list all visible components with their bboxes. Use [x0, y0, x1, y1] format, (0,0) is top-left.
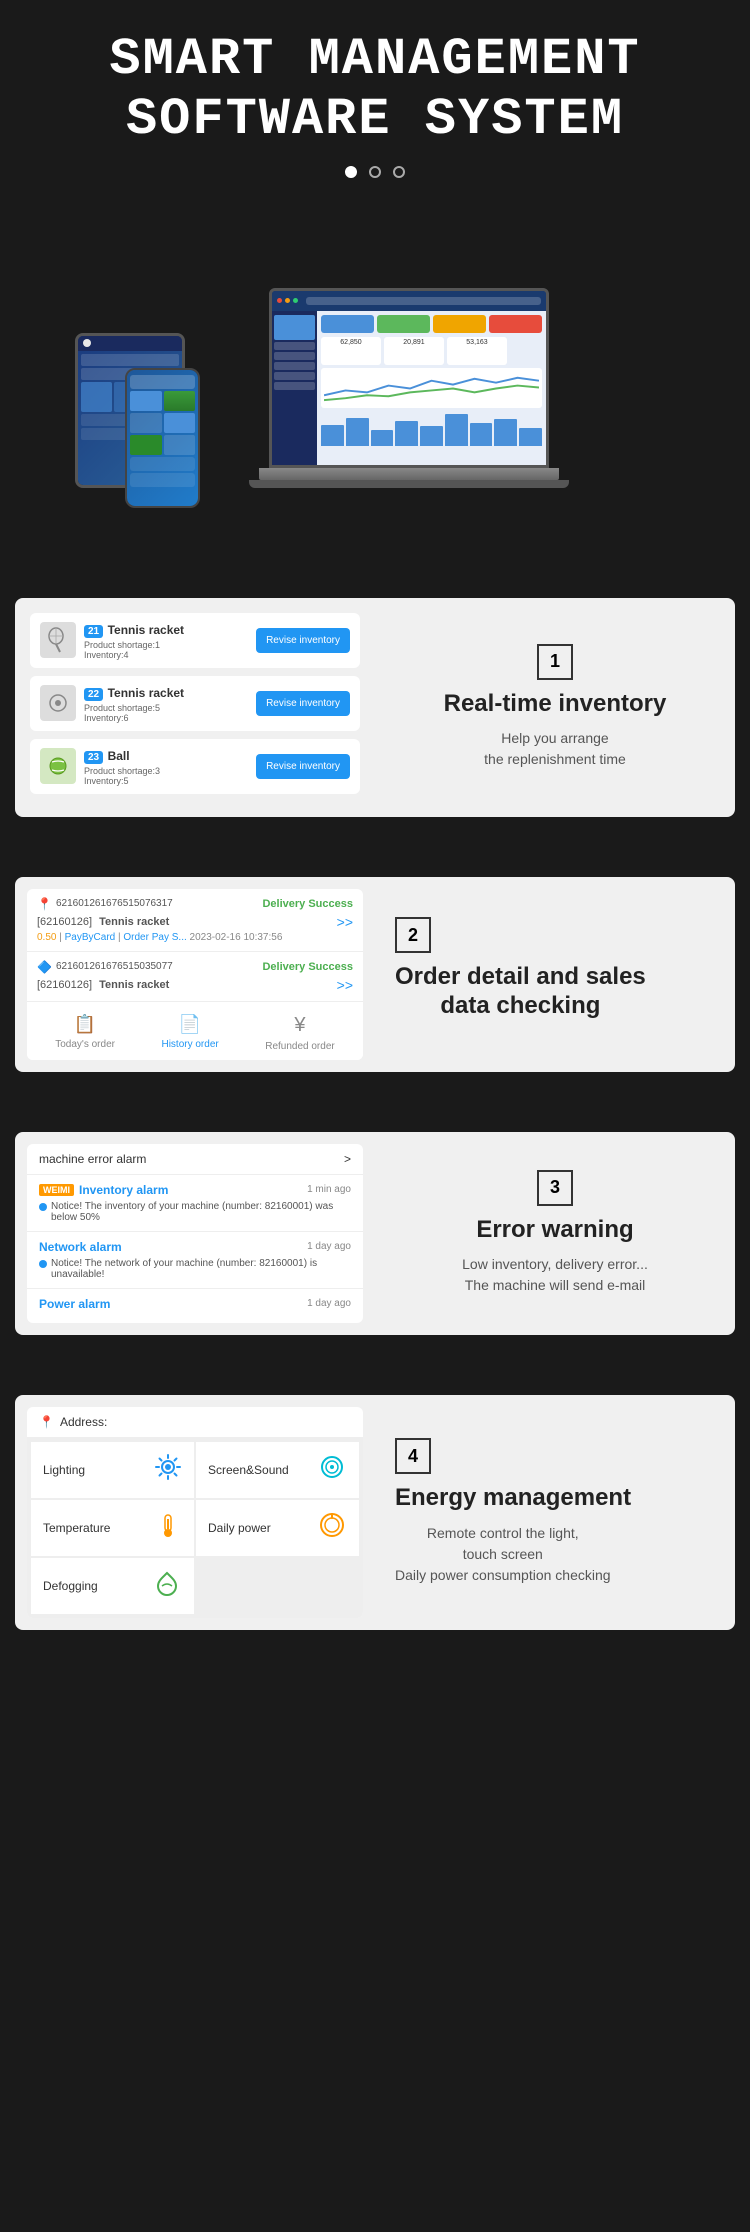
section-desc-1: Help you arrange the replenishment time [484, 728, 626, 770]
section-desc-3: Low inventory, delivery error... The mac… [462, 1254, 648, 1296]
item-info-1: 21 Tennis racket Product shortage:1 Inve… [84, 621, 248, 660]
inventory-left: 21 Tennis racket Product shortage:1 Inve… [15, 598, 375, 817]
section-desc-4: Remote control the light, touch screen D… [395, 1523, 611, 1586]
section-title-1: Real-time inventory [444, 690, 667, 719]
order-left: 📍 621601261676515076317 Delivery Success… [15, 877, 375, 1072]
section-energy: 4 Energy management Remote control the l… [15, 1395, 735, 1630]
daily-power-icon [317, 1510, 347, 1546]
inventory-item: 23 Ball Product shortage:3 Inventory:5 R… [30, 739, 360, 794]
energy-panel: 📍 Address: Lighting Screen&Sound [27, 1407, 363, 1618]
phone-device [125, 368, 200, 508]
inventory-right: 1 Real-time inventory Help you arrange t… [375, 598, 735, 817]
order-arrow-1: >> [337, 914, 353, 930]
item-icon-ball [40, 748, 76, 784]
energy-left: 📍 Address: Lighting Screen&Sound [15, 1395, 375, 1630]
tab-today-order[interactable]: 📋 Today's order [55, 1014, 115, 1052]
section-error: machine error alarm > WEIMI Inventory al… [15, 1132, 735, 1335]
alarm-header: machine error alarm > [27, 1144, 363, 1175]
refunded-order-icon: ¥ [294, 1014, 305, 1037]
defogging-icon [152, 1568, 182, 1604]
section-title-3: Error warning [476, 1216, 633, 1245]
dot-2[interactable] [369, 166, 381, 178]
section-title-4: Energy management [395, 1484, 631, 1513]
energy-defogging[interactable]: Defogging [31, 1558, 194, 1614]
revise-button-2[interactable]: Revise inventory [256, 691, 350, 716]
screen-sound-icon [317, 1452, 347, 1488]
order-arrow-2: >> [337, 977, 353, 993]
section-inventory: 21 Tennis racket Product shortage:1 Inve… [15, 598, 735, 817]
item-icon-racket1 [40, 622, 76, 658]
order-panel: 📍 621601261676515076317 Delivery Success… [27, 889, 363, 1060]
order-row-2: 🔷 621601261676515035077 Delivery Success… [27, 952, 363, 1002]
energy-daily-power[interactable]: Daily power [196, 1500, 359, 1556]
hero-title: Smart Management Software System [20, 30, 730, 150]
revise-button-3[interactable]: Revise inventory [256, 754, 350, 779]
pin-icon: 📍 [39, 1415, 54, 1429]
order-row-1: 📍 621601261676515076317 Delivery Success… [27, 889, 363, 952]
order-right-text: 2 Order detail and sales data checking [375, 877, 735, 1072]
alarm-panel: machine error alarm > WEIMI Inventory al… [27, 1144, 363, 1323]
energy-address: 📍 Address: [27, 1407, 363, 1438]
energy-lighting[interactable]: Lighting [31, 1442, 194, 1498]
lighting-icon [154, 1453, 182, 1487]
alarm-item-2: Network alarm 1 day ago Notice! The netw… [27, 1232, 363, 1289]
laptop-device: 62,850 20,891 53,163 [239, 288, 579, 528]
item-info-2: 22 Tennis racket Product shortage:5 Inve… [84, 684, 248, 723]
hero-devices: 62,850 20,891 53,163 [20, 198, 730, 538]
section-number-4: 4 [395, 1438, 431, 1474]
section-order: 2 Order detail and sales data checking 📍… [15, 877, 735, 1072]
alarm-dot-2 [39, 1260, 47, 1268]
section-number-2: 2 [395, 917, 431, 953]
alarm-left: machine error alarm > WEIMI Inventory al… [15, 1132, 375, 1335]
tab-refunded-order[interactable]: ¥ Refunded order [265, 1014, 335, 1052]
revise-button-1[interactable]: Revise inventory [256, 628, 350, 653]
energy-right-text: 4 Energy management Remote control the l… [375, 1395, 735, 1630]
today-order-icon: 📋 [74, 1014, 96, 1035]
inventory-item: 22 Tennis racket Product shortage:5 Inve… [30, 676, 360, 731]
alarm-item-1: WEIMI Inventory alarm 1 min ago Notice! … [27, 1175, 363, 1232]
energy-grid: Lighting Screen&Sound Temperature [27, 1438, 363, 1618]
inventory-item: 21 Tennis racket Product shortage:1 Inve… [30, 613, 360, 668]
tab-history-order[interactable]: 📄 History order [161, 1014, 218, 1052]
order-tabs: 📋 Today's order 📄 History order ¥ Refund… [27, 1002, 363, 1060]
section-title-2: Order detail and sales data checking [395, 963, 646, 1021]
dot-1[interactable] [345, 166, 357, 178]
temperature-icon [154, 1511, 182, 1545]
hero-section: Smart Management Software System [0, 0, 750, 558]
energy-temperature[interactable]: Temperature [31, 1500, 194, 1556]
item-icon-racket2 [40, 685, 76, 721]
history-order-icon: 📄 [179, 1014, 201, 1035]
alarm-item-3: Power alarm 1 day ago [27, 1289, 363, 1323]
alarm-dot [39, 1203, 47, 1211]
error-right: 3 Error warning Low inventory, delivery … [375, 1132, 735, 1335]
dot-3[interactable] [393, 166, 405, 178]
hero-dots [20, 166, 730, 178]
item-info-3: 23 Ball Product shortage:3 Inventory:5 [84, 747, 248, 786]
section-number-3: 3 [537, 1170, 573, 1206]
section-number-1: 1 [537, 644, 573, 680]
energy-screen-sound[interactable]: Screen&Sound [196, 1442, 359, 1498]
